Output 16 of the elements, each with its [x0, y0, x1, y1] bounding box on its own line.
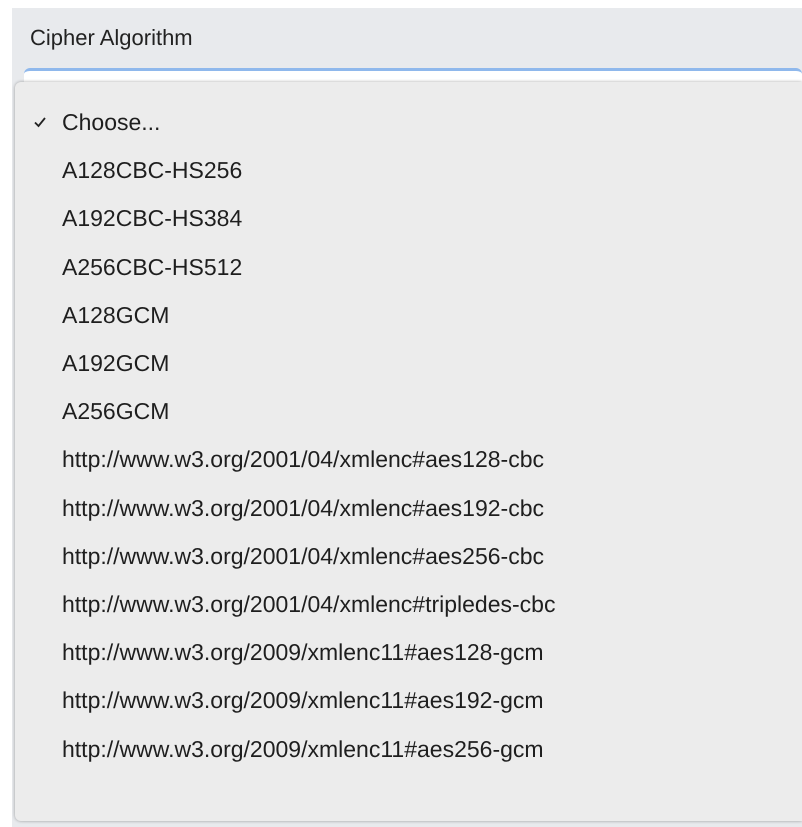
menu-option[interactable]: A256CBC-HS512 — [62, 252, 242, 281]
select-field[interactable] — [24, 68, 802, 82]
menu-option[interactable]: http://www.w3.org/2009/xmlenc11#aes192-gcm — [62, 686, 544, 714]
menu-option[interactable]: http://www.w3.org/2001/04/xmlenc#aes256-cbc — [62, 542, 544, 570]
menu-option[interactable]: A192CBC-HS384 — [62, 204, 242, 232]
menu-option[interactable]: http://www.w3.org/2001/04/xmlenc#aes192-cbc — [62, 494, 544, 522]
menu-option[interactable]: http://www.w3.org/2009/xmlenc11#aes256-gcm — [62, 734, 544, 763]
menu-option[interactable]: A128CBC-HS256 — [62, 156, 242, 184]
menu-option[interactable]: http://www.w3.org/2001/04/xmlenc#aes128-cbc — [62, 445, 544, 474]
menu-option[interactable]: http://www.w3.org/2001/04/xmlenc#tripledes-cbc — [62, 590, 556, 618]
menu-option[interactable]: A192GCM — [62, 349, 170, 378]
menu-option[interactable]: http://www.w3.org/2009/xmlenc11#aes128-gcm — [62, 638, 544, 666]
menu-option[interactable]: Choose... — [62, 108, 160, 136]
field-label: Cipher Algorithm — [29, 24, 194, 51]
menu-option[interactable]: A256GCM — [62, 397, 170, 426]
menu-option[interactable]: A128GCM — [62, 300, 170, 329]
